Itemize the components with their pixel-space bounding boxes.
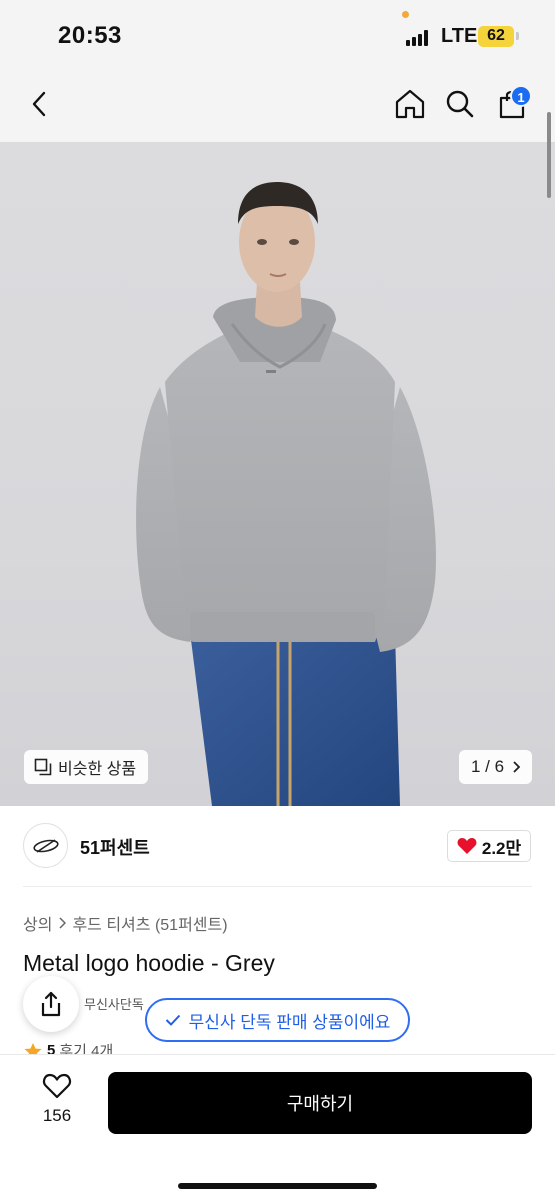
exclusive-toast: 무신사 단독 판매 상품이에요 bbox=[145, 998, 410, 1042]
battery-tip bbox=[516, 32, 519, 40]
battery-level: 62 bbox=[487, 27, 505, 44]
brand-like-button[interactable]: 2.2만 bbox=[447, 830, 531, 862]
chevron-right-icon bbox=[513, 761, 521, 773]
product-title: Metal logo hoodie - Grey bbox=[23, 950, 275, 976]
similar-products-button[interactable]: 비슷한 상품 bbox=[24, 750, 149, 784]
back-button[interactable] bbox=[20, 84, 60, 124]
wishlist-button[interactable]: 156 bbox=[28, 1072, 86, 1134]
brand-logo-mark bbox=[32, 838, 59, 853]
brand-logo[interactable] bbox=[23, 823, 68, 868]
breadcrumb: 상의 후드 티셔츠 (51퍼센트) bbox=[23, 911, 228, 935]
heart-outline-icon bbox=[42, 1073, 72, 1099]
product-image-gallery[interactable] bbox=[0, 142, 555, 806]
share-button[interactable] bbox=[23, 976, 79, 1032]
status-time: 20:53 bbox=[58, 22, 122, 49]
check-icon bbox=[165, 1014, 180, 1026]
chevron-right-icon bbox=[59, 917, 67, 929]
cellular-signal-icon bbox=[406, 30, 432, 46]
breadcrumb-category[interactable]: 상의 bbox=[23, 911, 52, 935]
exclusive-tag: 무신사단독 bbox=[84, 997, 144, 1012]
page-scrollbar[interactable] bbox=[547, 112, 551, 198]
gallery-page-text: 1 / 6 bbox=[470, 757, 505, 776]
breadcrumb-subcategory[interactable]: 후드 티셔츠 (51퍼센트) bbox=[72, 911, 227, 935]
buy-button[interactable]: 구매하기 bbox=[108, 1072, 532, 1134]
home-icon bbox=[395, 89, 425, 119]
brand-like-count: 2.2만 bbox=[481, 838, 522, 858]
home-indicator[interactable] bbox=[178, 1183, 377, 1189]
chevron-left-icon bbox=[32, 91, 46, 117]
exclusive-toast-text: 무신사 단독 판매 상품이에요 bbox=[188, 1012, 391, 1032]
privacy-indicator-dot bbox=[402, 11, 409, 18]
gallery-page-indicator[interactable]: 1 / 6 bbox=[459, 750, 532, 784]
product-photo bbox=[136, 182, 436, 806]
brand-name[interactable]: 51퍼센트 bbox=[80, 834, 150, 860]
copy-square-icon bbox=[34, 758, 52, 776]
search-button[interactable] bbox=[440, 84, 480, 124]
similar-products-label: 비슷한 상품 bbox=[58, 761, 137, 778]
network-type: LTE bbox=[441, 25, 478, 47]
home-button[interactable] bbox=[390, 84, 430, 124]
cart-count-badge: 1 bbox=[510, 85, 532, 107]
heart-filled-icon bbox=[457, 838, 477, 854]
battery-icon: 62 bbox=[478, 26, 514, 47]
section-divider bbox=[23, 886, 532, 887]
top-navigation bbox=[0, 70, 555, 142]
share-icon bbox=[41, 991, 61, 1017]
search-icon bbox=[446, 90, 474, 118]
status-bar: 20:53 LTE 62 bbox=[0, 0, 555, 70]
wishlist-count: 156 bbox=[42, 1106, 72, 1125]
